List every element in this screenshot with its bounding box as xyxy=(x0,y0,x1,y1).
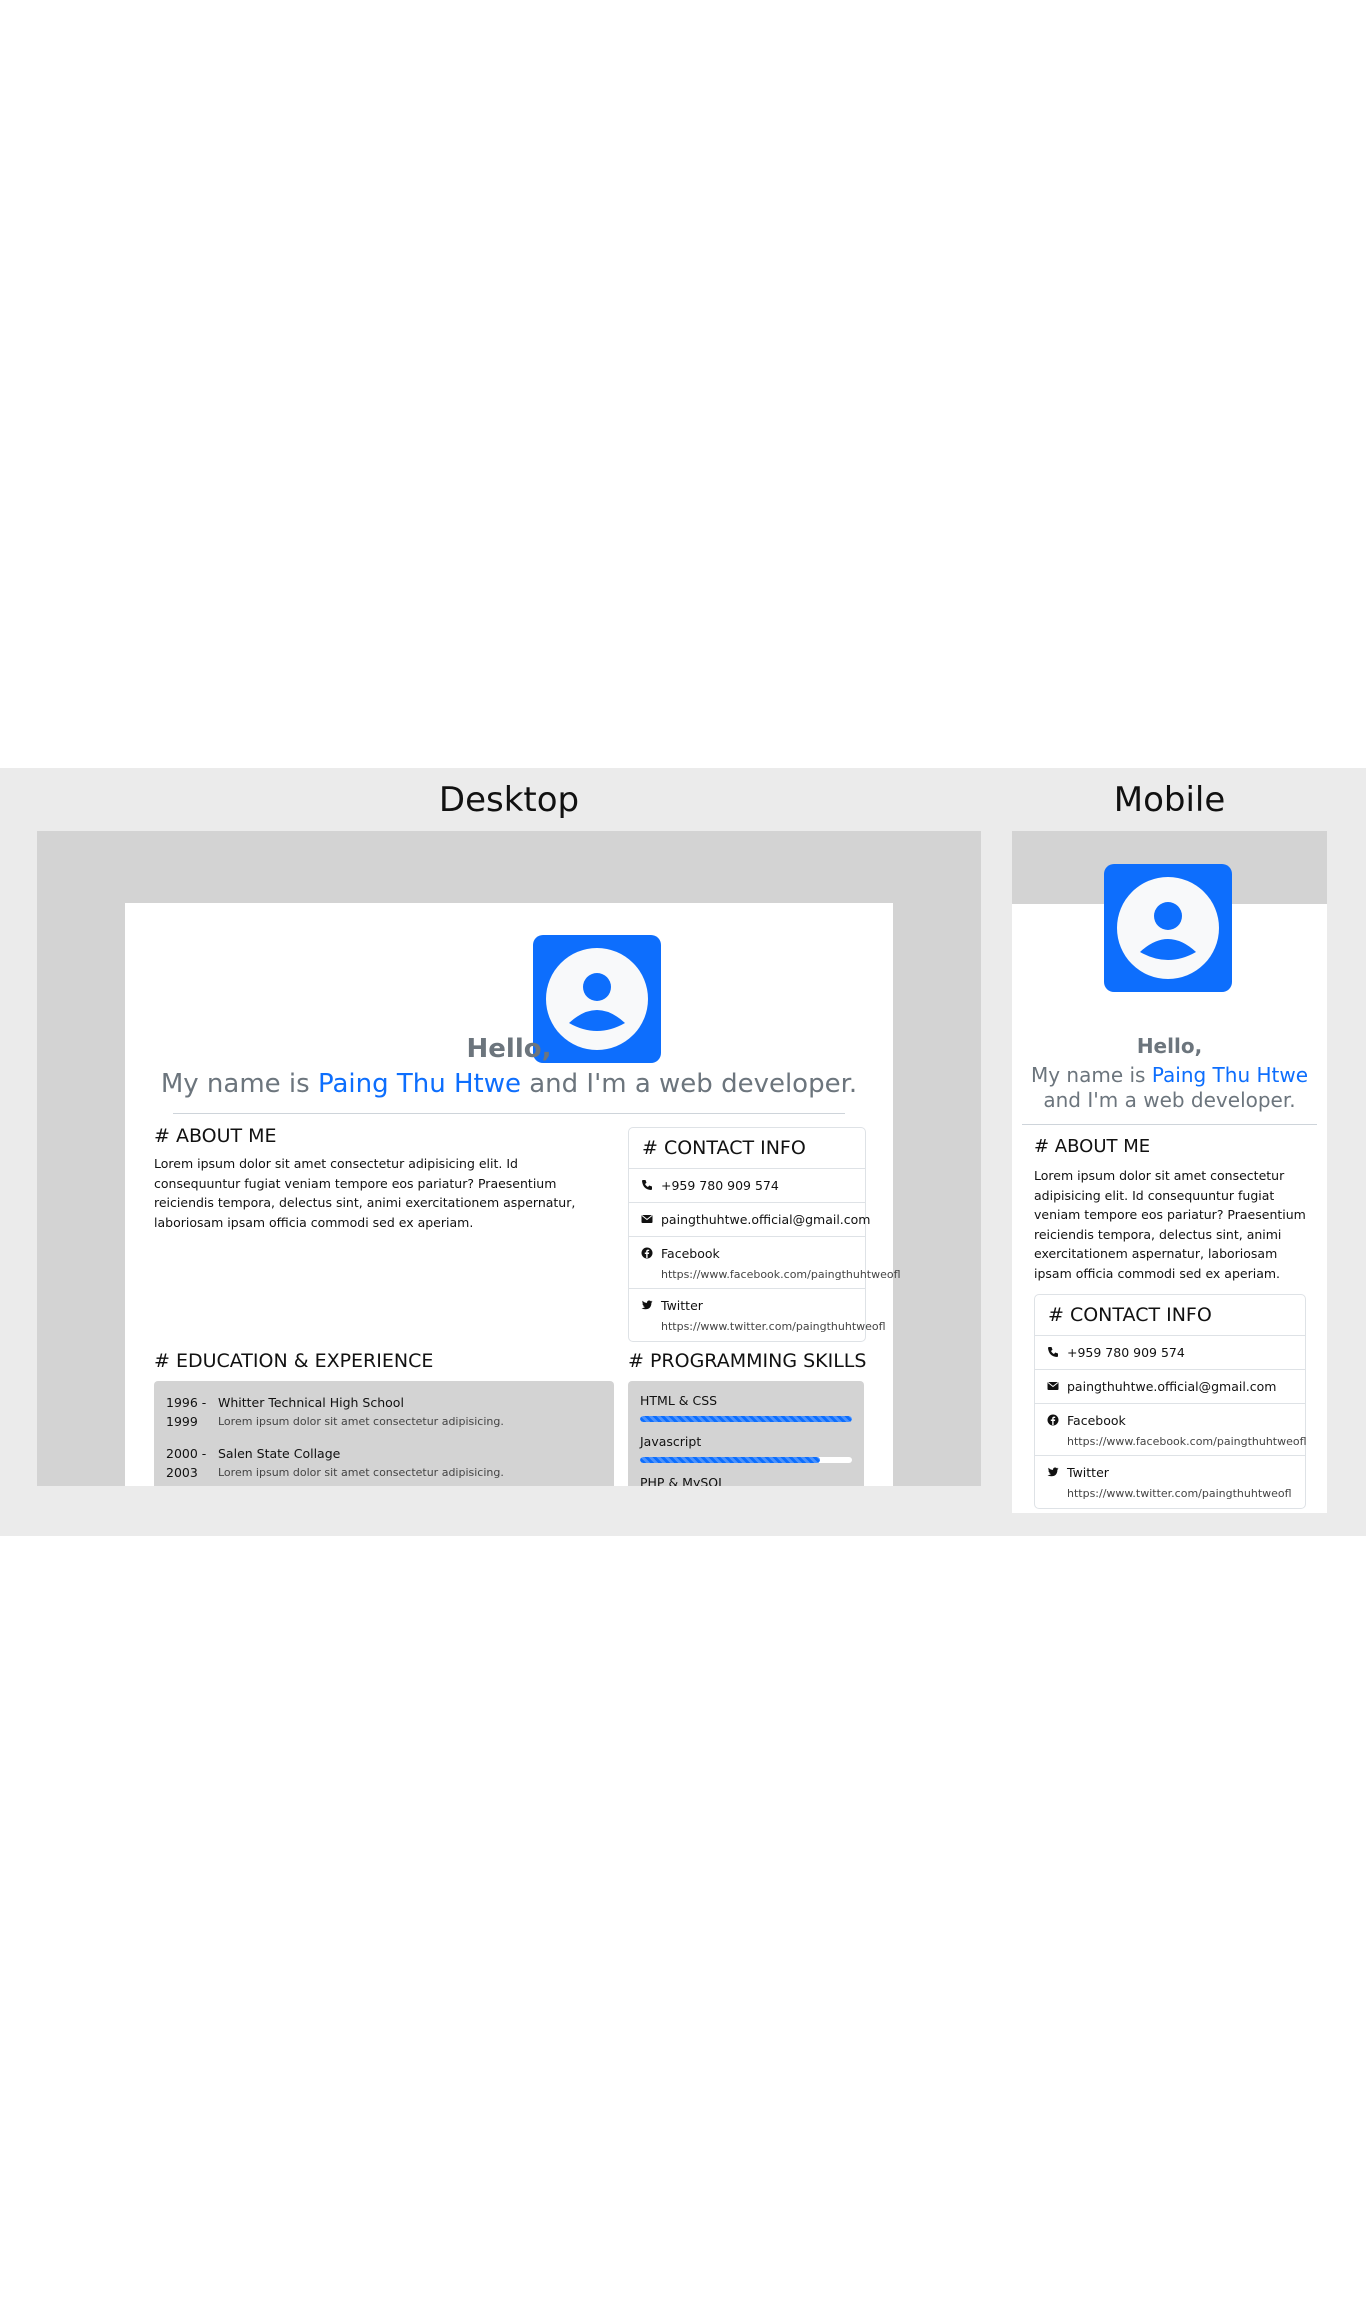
facebook-url[interactable]: https://www.facebook.com/paingthuhtweofl xyxy=(661,1266,901,1283)
intro-prefix: My name is xyxy=(160,1069,310,1099)
facebook-icon xyxy=(641,1247,653,1259)
resume-page: Hello, My name is Paing Thu Htwe and I'm… xyxy=(125,903,901,1486)
education-title: Salen State Collage xyxy=(218,1446,341,1461)
divider xyxy=(173,1113,845,1114)
about-heading: # ABOUT ME xyxy=(1034,1136,1151,1157)
intro-line: My name is Paing Thu Htwe and I'm a web … xyxy=(125,1069,893,1099)
education-years: 1996 - 1999 xyxy=(166,1395,207,1429)
avatar-user-circle-icon xyxy=(1104,864,1232,992)
mobile-view-title: Mobile xyxy=(1113,780,1226,820)
skill-name: PHP & MySQL xyxy=(640,1475,726,1486)
contact-facebook[interactable]: Facebook https://www.facebook.com/paingt… xyxy=(629,1237,901,1289)
skills-list: HTML & CSS Javascript PHP & MySQL xyxy=(628,1381,864,1486)
envelope-icon xyxy=(1047,1382,1059,1390)
skill-progress-bar xyxy=(640,1416,852,1422)
facebook-url[interactable]: https://www.facebook.com/paingthuhtweofl xyxy=(1067,1433,1307,1450)
skill-progress-fill xyxy=(640,1416,852,1422)
education-desc: Lorem ipsum dolor sit amet consectetur a… xyxy=(218,1466,504,1479)
skills-heading: # PROGRAMMING SKILLS xyxy=(628,1350,867,1372)
contact-heading: # CONTACT INFO xyxy=(1035,1295,1305,1336)
developer-name: Paing Thu Htwe xyxy=(1151,1063,1309,1087)
skill-item: Javascript xyxy=(640,1434,852,1463)
intro-line: My name is Paing Thu Htwe and I'm a web … xyxy=(1020,1063,1319,1113)
phone-icon xyxy=(1048,1347,1058,1357)
developer-name: Paing Thu Htwe xyxy=(317,1069,521,1099)
desktop-view-title: Desktop xyxy=(438,780,580,820)
skill-name: HTML & CSS xyxy=(640,1393,718,1408)
contact-twitter[interactable]: Twitter https://www.twitter.com/paingthu… xyxy=(1035,1456,1305,1508)
desktop-preview: Hello, My name is Paing Thu Htwe and I'm… xyxy=(37,831,981,1486)
twitter-label: Twitter xyxy=(661,1298,703,1313)
facebook-label: Facebook xyxy=(1067,1413,1126,1428)
contact-twitter[interactable]: Twitter https://www.twitter.com/paingthu… xyxy=(629,1289,886,1341)
twitter-icon xyxy=(1047,1467,1059,1477)
education-title: Whitter Technical High School xyxy=(218,1395,404,1410)
greeting: Hello, xyxy=(466,1034,552,1064)
greeting: Hello, xyxy=(1136,1034,1203,1058)
skill-progress-bar xyxy=(640,1457,852,1463)
intro-suffix: and I'm a web developer. xyxy=(1043,1088,1296,1112)
twitter-url[interactable]: https://www.twitter.com/paingthuhtweofl xyxy=(1067,1485,1305,1502)
skill-progress-fill xyxy=(640,1457,821,1463)
email-address: paingthuhtwe.official@gmail.com xyxy=(661,1212,871,1227)
phone-number: +959 780 909 574 xyxy=(1067,1345,1185,1360)
mobile-preview: Hello, My name is Paing Thu Htwe and I'm… xyxy=(1012,831,1327,1513)
intro-suffix: and I'm a web developer. xyxy=(529,1069,858,1099)
skill-item: PHP & MySQL xyxy=(640,1475,852,1486)
divider xyxy=(1022,1124,1317,1125)
about-heading: # ABOUT ME xyxy=(154,1125,277,1147)
skill-name: Javascript xyxy=(640,1434,702,1449)
intro-prefix: My name is xyxy=(1030,1063,1146,1087)
envelope-icon xyxy=(641,1215,653,1223)
twitter-url[interactable]: https://www.twitter.com/paingthuhtweofl xyxy=(661,1318,886,1335)
contact-phone[interactable]: +959 780 909 574 xyxy=(1035,1336,1305,1370)
skill-item: HTML & CSS xyxy=(640,1393,852,1422)
facebook-label: Facebook xyxy=(661,1246,720,1261)
contact-facebook[interactable]: Facebook https://www.facebook.com/paingt… xyxy=(1035,1404,1307,1456)
contact-email[interactable]: paingthuhtwe.official@gmail.com xyxy=(629,1203,870,1237)
contact-phone[interactable]: +959 780 909 574 xyxy=(629,1169,865,1203)
education-heading: # EDUCATION & EXPERIENCE xyxy=(154,1350,434,1372)
facebook-icon xyxy=(1047,1414,1059,1426)
twitter-icon xyxy=(641,1300,653,1310)
phone-number: +959 780 909 574 xyxy=(661,1178,779,1193)
education-list: 1996 - 1999 Whitter Technical High Schoo… xyxy=(154,1381,614,1486)
contact-email[interactable]: paingthuhtwe.official@gmail.com xyxy=(1035,1370,1305,1404)
contact-card: # CONTACT INFO +959 780 909 574 paingthu… xyxy=(1034,1294,1307,1509)
education-years: 2000 - 2003 xyxy=(166,1446,207,1480)
contact-card: # CONTACT INFO +959 780 909 574 paingthu… xyxy=(628,1127,901,1342)
twitter-label: Twitter xyxy=(1067,1465,1109,1480)
about-text: Lorem ipsum dolor sit amet consectetur a… xyxy=(1034,1168,1306,1281)
contact-heading: # CONTACT INFO xyxy=(629,1128,865,1169)
email-address: paingthuhtwe.official@gmail.com xyxy=(1067,1379,1277,1394)
about-text: Lorem ipsum dolor sit amet consectetur a… xyxy=(154,1156,576,1230)
education-desc: Lorem ipsum dolor sit amet consectetur a… xyxy=(218,1415,504,1428)
phone-icon xyxy=(642,1180,652,1190)
